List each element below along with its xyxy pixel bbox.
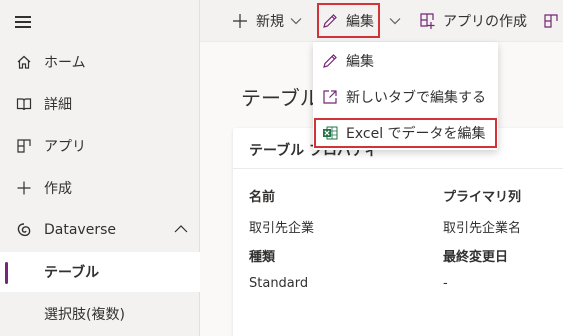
open-new-tab-icon [323, 90, 337, 104]
dataverse-icon [17, 223, 31, 237]
create-app-button[interactable]: アプリの作成 [419, 0, 527, 42]
last-modified-label: 最終変更日 [443, 250, 509, 265]
chevron-up-icon[interactable] [174, 224, 188, 234]
apps-icon [544, 14, 558, 28]
sidebar-item-create[interactable]: 作成 [0, 168, 200, 208]
plus-icon [233, 14, 247, 28]
sidebar-item-choices[interactable]: 選択肢(複数) [0, 294, 200, 334]
sidebar-item-label: 作成 [44, 181, 72, 197]
type-value: Standard [249, 276, 309, 291]
sidebar-item-label: 選択肢(複数) [44, 307, 125, 323]
menu-item-label: 新しいタブで編集する [346, 90, 486, 106]
apps-icon [17, 139, 31, 153]
more-app-button[interactable] [543, 0, 559, 42]
new-button-label: 新規 [256, 14, 284, 30]
sidebar-item-label: 詳細 [44, 97, 72, 113]
last-modified-value: - [443, 276, 448, 291]
book-icon [16, 98, 32, 111]
excel-item-highlight [314, 118, 497, 148]
edit-button-highlight [317, 3, 380, 38]
primary-column-value: 取引先企業名 [443, 221, 522, 236]
hamburger-menu-icon[interactable] [14, 12, 32, 30]
primary-column-label: プライマリ列 [443, 190, 522, 205]
sidebar-item-label: アプリ [44, 139, 86, 155]
edit-dropdown-menu: 編集 新しいタブで編集する Excel でデータを編集 [313, 42, 498, 150]
selection-indicator [5, 262, 8, 284]
pencil-icon [323, 54, 337, 68]
create-app-icon [420, 13, 435, 29]
sidebar-item-tables[interactable]: テーブル [0, 252, 200, 292]
table-properties-card: テーブル プロパティ 名前 取引先企業 プライマリ列 取引先企業名 種類 Sta… [233, 128, 563, 336]
sidebar-item-apps[interactable]: アプリ [0, 126, 200, 166]
page-title: テーブル [241, 86, 320, 110]
edit-menu-chevron[interactable] [389, 0, 401, 42]
sidebar-item-home[interactable]: ホーム [0, 42, 200, 82]
menu-item-edit[interactable]: 編集 [313, 44, 498, 78]
chevron-down-icon [389, 18, 401, 25]
name-value: 取引先企業 [249, 221, 315, 236]
create-app-label: アプリの作成 [443, 14, 527, 30]
home-icon [17, 55, 31, 69]
menu-item-edit-new-tab[interactable]: 新しいタブで編集する [313, 80, 498, 114]
left-navigation: ホーム 詳細 アプリ 作成 Dataverse テーブル 選択肢(複数) [0, 0, 200, 336]
plus-icon [17, 181, 31, 195]
sidebar-item-dataverse[interactable]: Dataverse [0, 210, 200, 250]
type-label: 種類 [249, 250, 276, 265]
divider [233, 168, 563, 169]
chevron-down-icon[interactable] [290, 17, 302, 25]
new-button[interactable]: 新規 [232, 0, 302, 42]
command-bar: 新規 編集 アプリの作成 [200, 0, 563, 42]
name-label: 名前 [249, 190, 276, 205]
sidebar-item-learn[interactable]: 詳細 [0, 84, 200, 124]
sidebar-item-label: ホーム [44, 55, 86, 71]
sidebar-item-label: Dataverse [44, 222, 116, 238]
sidebar-item-label: テーブル [44, 265, 100, 281]
menu-item-label: 編集 [346, 54, 374, 70]
